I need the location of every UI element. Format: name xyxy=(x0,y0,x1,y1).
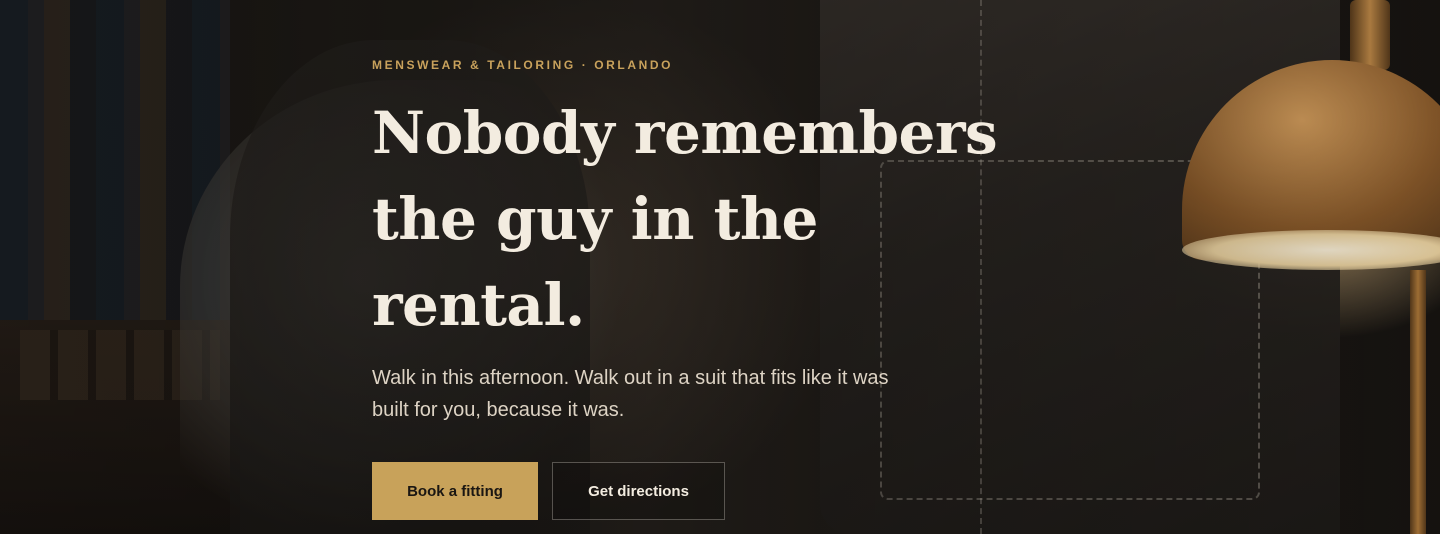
headline-line: the guy in the xyxy=(372,185,818,253)
hero-content: MENSWEAR & TAILORING · ORLANDO Nobody re… xyxy=(372,58,1072,520)
subtext-line: built for you, because it was. xyxy=(372,399,625,421)
headline-line: rental. xyxy=(372,271,585,339)
hero-eyebrow: MENSWEAR & TAILORING · ORLANDO xyxy=(372,58,674,72)
book-fitting-button[interactable]: Book a fitting xyxy=(372,462,538,520)
hero-section: MENSWEAR & TAILORING · ORLANDO Nobody re… xyxy=(0,0,1440,534)
subtext-line: Walk in this afternoon. Walk out in a su… xyxy=(372,367,889,389)
hero-cta-group: Book a fitting Get directions xyxy=(372,462,1072,520)
hero-subtext: Walk in this afternoon. Walk out in a su… xyxy=(372,362,972,426)
hero-headline: Nobody remembers the guy in the rental. xyxy=(372,90,1072,348)
get-directions-button[interactable]: Get directions xyxy=(552,462,725,520)
headline-line: Nobody remembers xyxy=(372,99,998,167)
